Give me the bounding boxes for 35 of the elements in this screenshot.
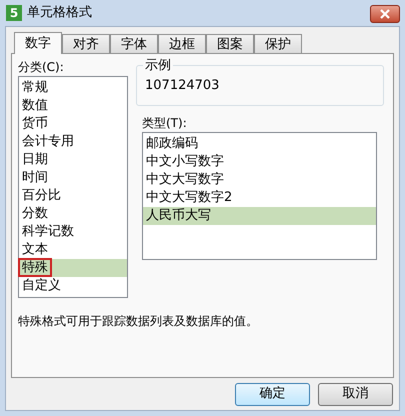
category-item[interactable]: 分数 [19,205,127,223]
category-label: 分类(C): [18,59,65,76]
type-item[interactable]: 人民币大写 [143,207,376,225]
category-list[interactable]: 常规 数值 货币 会计专用 日期 时间 百分比 分数 科学记数 文本 特殊 自定义 [18,76,128,298]
category-item[interactable]: 科学记数 [19,223,127,241]
category-item[interactable]: 常规 [19,79,127,97]
cancel-button[interactable]: 取消 [318,382,393,406]
tab[interactable]: 数字 [14,32,62,54]
category-item[interactable]: 自定义 [19,277,127,295]
window-title: 单元格格式 [27,4,92,22]
type-item[interactable]: 中文小写数字 [143,153,376,171]
tab[interactable]: 边框 [158,34,206,53]
category-item[interactable]: 百分比 [19,187,127,205]
app-icon: 5 [6,5,22,21]
close-icon [380,9,390,19]
category-item[interactable]: 文本 [19,241,127,259]
category-item[interactable]: 时间 [19,169,127,187]
tab[interactable]: 字体 [110,34,158,53]
tab[interactable]: 图案 [206,34,254,53]
tab[interactable]: 保护 [254,34,302,53]
category-item[interactable]: 会计专用 [19,133,127,151]
sample-value: 107124703 [145,78,220,93]
type-label: 类型(T): [142,115,188,132]
category-item[interactable]: 特殊 [19,259,127,277]
ok-button[interactable]: 确定 [235,382,310,406]
tab[interactable]: 对齐 [62,34,110,53]
type-item[interactable]: 中文大写数字 [143,171,376,189]
category-item[interactable]: 日期 [19,151,127,169]
type-item[interactable]: 中文大写数字2 [143,189,376,207]
description-text: 特殊格式可用于跟踪数据列表及数据库的值。 [18,313,259,330]
close-button[interactable] [370,5,400,23]
type-item[interactable]: 邮政编码 [143,135,376,153]
category-item[interactable]: 货币 [19,115,127,133]
category-item[interactable]: 数值 [19,97,127,115]
type-list[interactable]: 邮政编码 中文小写数字 中文大写数字 中文大写数字2 人民币大写 [142,132,377,260]
